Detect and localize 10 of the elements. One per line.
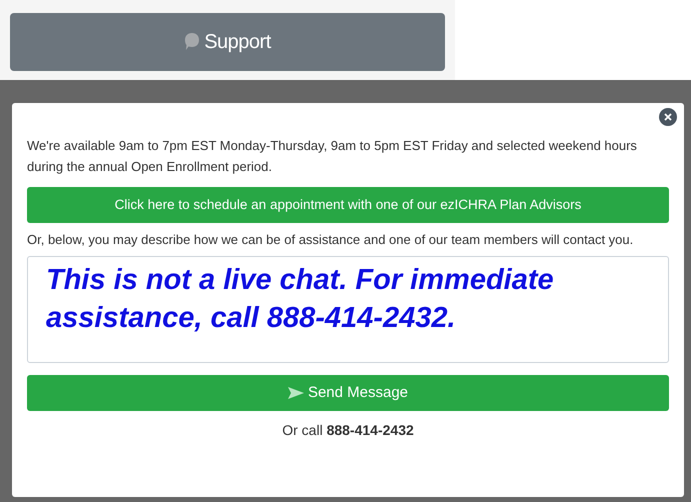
description-text: Or, below, you may describe how we can be of assistance and one of our team members will contact you. [27, 231, 634, 249]
send-message-button[interactable]: Send Message [27, 375, 669, 411]
send-icon [288, 387, 304, 399]
schedule-button[interactable]: Click here to schedule an appointment with one of our ezICHRA Plan Advisors [27, 187, 669, 223]
support-button[interactable]: Support [10, 13, 445, 71]
close-icon[interactable] [659, 108, 677, 126]
call-text: Or call 888-414-2432 [281, 421, 415, 440]
availability-text: We're available 9am to 7pm EST Monday-Thursday, 9am to 5pm EST Friday and selected weekend hours during the annual Open Enrollment period. [27, 137, 638, 176]
message-field[interactable]: This is not a live chat. For immediate assistance, call 888-414-2432. [27, 256, 669, 363]
speech-bubble-icon [184, 32, 200, 52]
